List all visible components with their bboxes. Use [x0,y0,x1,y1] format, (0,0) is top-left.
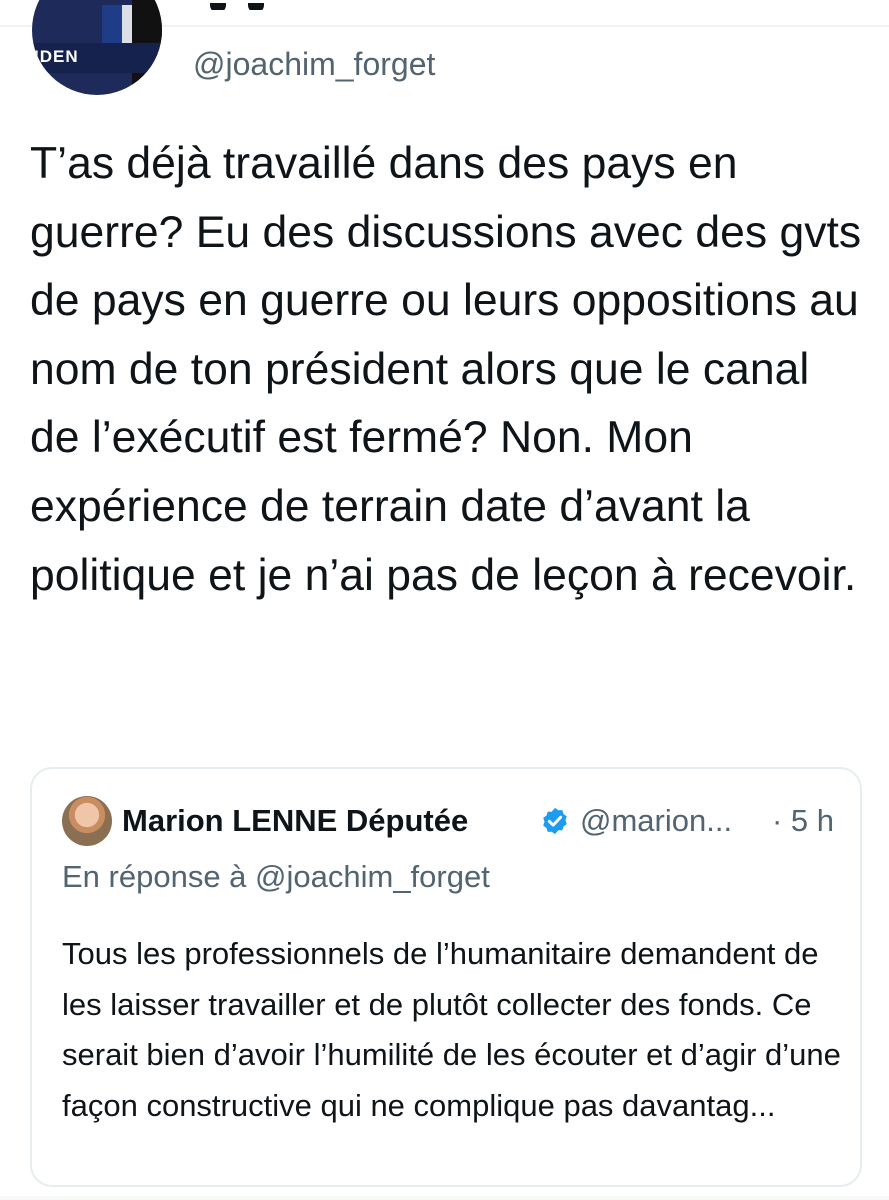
author-handle[interactable]: @joachim_forget [193,46,435,83]
quoted-tweet-text: Tous les professionnels de l’humanitaire… [62,936,841,1123]
reply-context[interactable]: En réponse à @joachim_forget [62,859,490,895]
verified-badge-icon [543,807,567,835]
quoted-author-handle[interactable]: @marion... [580,803,732,839]
author-avatar[interactable]: IDEN [32,0,162,95]
quoted-tweet-card[interactable]: Marion LENNE Députée @marion... · 5 h En… [30,767,862,1187]
quoted-author-avatar[interactable] [62,796,112,846]
quoted-tweet-time[interactable]: · 5 h [772,803,834,839]
bottom-divider [0,1196,889,1200]
avatar-sign-text: IDEN [34,47,79,66]
tweet-text: T’as déjà travaillé dans des pays en gue… [30,139,862,600]
author-name-cropped [210,0,290,10]
quoted-author-name[interactable]: Marion LENNE Députée [122,803,468,839]
